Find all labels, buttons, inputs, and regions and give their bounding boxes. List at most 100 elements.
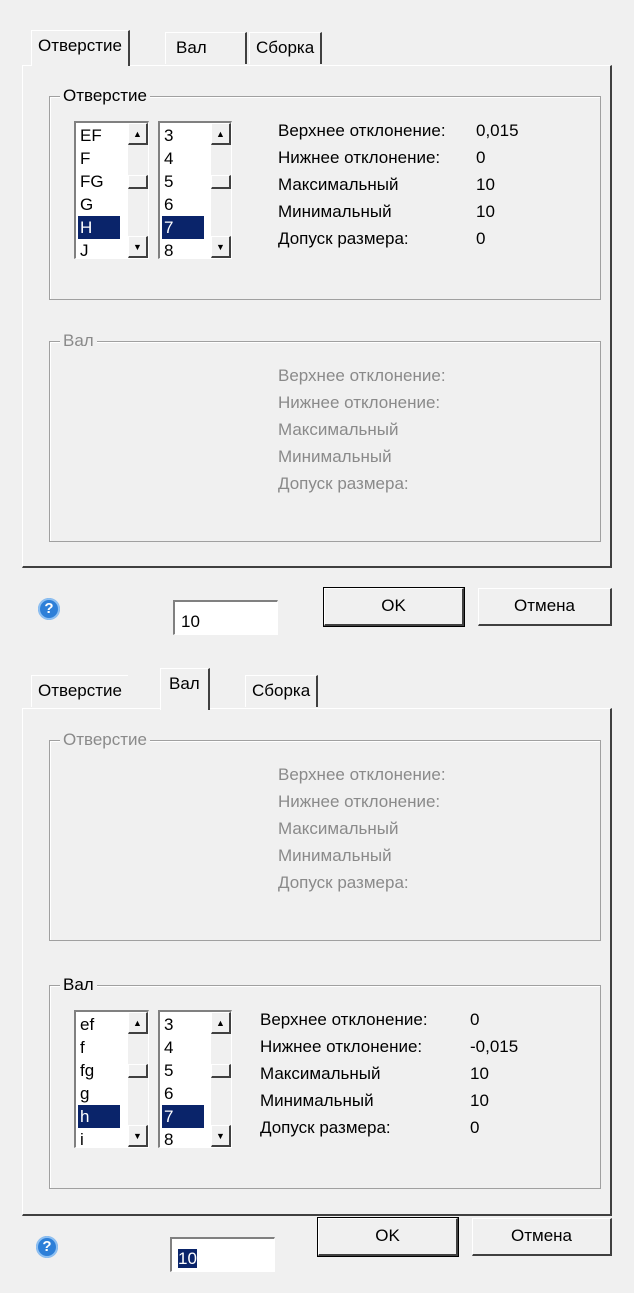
list-item[interactable]: 4 [162,147,204,170]
scroll-thumb[interactable] [128,1064,148,1078]
size-input-value-selected: 10 [178,1249,197,1268]
fit-letter-listbox[interactable]: ef f fg g h i ▲ ▼ [74,1010,149,1148]
list-item[interactable]: g [78,1082,120,1105]
grade-listbox[interactable]: 3 4 5 6 7 8 ▲ ▼ [158,121,232,259]
minimum-label: Минимальный [278,846,392,865]
list-item[interactable]: 4 [162,1036,204,1059]
cancel-button[interactable]: Отмена [478,588,612,626]
cancel-button[interactable]: Отмена [472,1218,612,1256]
list-item[interactable]: 5 [162,1059,204,1082]
lower-deviation-label: Нижнее отклонение: [278,393,441,412]
scroll-thumb[interactable] [211,175,231,189]
scroll-up-icon[interactable]: ▲ [211,1012,231,1034]
shaft-group: Вал ef f fg g h i ▲ ▼ 3 4 5 6 7 8 ▲ ▼ Ве… [49,974,601,1189]
size-tolerance-label: Допуск размера: [278,873,409,892]
list-item[interactable]: 6 [162,193,204,216]
ok-button[interactable]: OK [323,587,465,627]
lower-deviation-label: Нижнее отклонение: [278,792,441,811]
list-item[interactable]: 3 [162,1013,204,1036]
scrollbar[interactable]: ▲ ▼ [211,1012,231,1147]
shaft-group-title: Вал [60,330,97,352]
scrollbar[interactable]: ▲ ▼ [211,123,231,258]
list-item[interactable]: 8 [162,239,204,258]
scroll-up-icon[interactable]: ▲ [128,1012,148,1034]
shaft-group: Вал Верхнее отклонение: Нижнее отклонени… [49,330,601,542]
list-item[interactable]: J [78,239,120,258]
lower-deviation-label: Нижнее отклонение: [260,1037,423,1056]
minimum-label: Минимальный [278,447,392,466]
scroll-up-icon[interactable]: ▲ [128,123,148,145]
tolerance-dialog-hole: Отверстие Вал Сборка Отверстие EF F FG G… [0,0,634,645]
size-input[interactable]: 10 [170,1237,275,1272]
upper-deviation-label: Верхнее отклонение: [278,121,446,140]
upper-deviation-label: Верхнее отклонение: [278,765,446,784]
grade-list: 3 4 5 6 7 8 [162,124,204,258]
list-item[interactable]: F [78,147,120,170]
scrollbar[interactable]: ▲ ▼ [128,1012,148,1147]
size-tolerance-value: 0 [476,229,486,248]
maximum-label: Максимальный [278,175,399,194]
list-item[interactable]: G [78,193,120,216]
scrollbar[interactable]: ▲ ▼ [128,123,148,258]
maximum-label: Максимальный [260,1064,381,1083]
scroll-thumb[interactable] [128,175,148,189]
scroll-down-icon[interactable]: ▼ [128,1125,148,1147]
tab-hole[interactable]: Отверстие [31,30,130,66]
maximum-value: 10 [470,1064,489,1083]
ok-button[interactable]: OK [317,1217,459,1257]
size-tolerance-label: Допуск размера: [260,1118,391,1137]
hole-group: Отверстие EF F FG G H J ▲ ▼ 3 4 5 6 7 8 … [49,85,601,300]
scroll-down-icon[interactable]: ▼ [211,236,231,258]
list-item[interactable]: 6 [162,1082,204,1105]
upper-deviation-value: 0,015 [476,121,519,140]
size-tolerance-label: Допуск размера: [278,229,409,248]
scroll-thumb[interactable] [211,1064,231,1078]
maximum-value: 10 [476,175,495,194]
list-item[interactable]: 8 [162,1128,204,1147]
minimum-label: Минимальный [260,1091,374,1110]
tab-assembly[interactable]: Сборка [249,32,323,64]
maximum-label: Максимальный [278,420,399,439]
size-input-value: 10 [181,612,200,631]
tab-panel: Отверстие EF F FG G H J ▲ ▼ 3 4 5 6 7 8 … [22,65,612,568]
shaft-group-title: Вал [60,974,97,996]
minimum-value: 10 [470,1091,489,1110]
hole-group: Отверстие Верхнее отклонение: Нижнее отк… [49,729,601,941]
hole-group-title: Отверстие [60,729,150,751]
scroll-down-icon[interactable]: ▼ [128,236,148,258]
upper-deviation-label: Верхнее отклонение: [278,366,446,385]
list-item-selected[interactable]: h [78,1105,120,1128]
list-item[interactable]: fg [78,1059,120,1082]
list-item[interactable]: f [78,1036,120,1059]
lower-deviation-value: 0 [476,148,486,167]
hole-group-title: Отверстие [60,85,150,107]
minimum-value: 10 [476,202,495,221]
upper-deviation-value: 0 [470,1010,480,1029]
list-item-selected[interactable]: H [78,216,120,239]
upper-deviation-label: Верхнее отклонение: [260,1010,428,1029]
list-item[interactable]: 3 [162,124,204,147]
size-tolerance-value: 0 [470,1118,480,1137]
tab-shaft[interactable]: Вал [165,32,247,64]
help-icon[interactable]: ? [36,1236,58,1258]
lower-deviation-value: -0,015 [470,1037,519,1056]
list-item[interactable]: i [78,1128,120,1147]
scroll-up-icon[interactable]: ▲ [211,123,231,145]
list-item-selected[interactable]: 7 [162,1105,204,1128]
fit-letter-list: ef f fg g h i [78,1013,120,1147]
fit-letter-listbox[interactable]: EF F FG G H J ▲ ▼ [74,121,149,259]
lower-deviation-label: Нижнее отклонение: [278,148,441,167]
size-input[interactable]: 10 [173,600,278,635]
tab-shaft[interactable]: Вал [160,668,210,710]
minimum-label: Минимальный [278,202,392,221]
list-item[interactable]: FG [78,170,120,193]
list-item[interactable]: 5 [162,170,204,193]
tab-assembly[interactable]: Сборка [245,675,319,707]
list-item[interactable]: ef [78,1013,120,1036]
list-item[interactable]: EF [78,124,120,147]
help-icon[interactable]: ? [38,598,60,620]
tab-hole[interactable]: Отверстие [31,675,128,707]
scroll-down-icon[interactable]: ▼ [211,1125,231,1147]
list-item-selected[interactable]: 7 [162,216,204,239]
grade-listbox[interactable]: 3 4 5 6 7 8 ▲ ▼ [158,1010,232,1148]
